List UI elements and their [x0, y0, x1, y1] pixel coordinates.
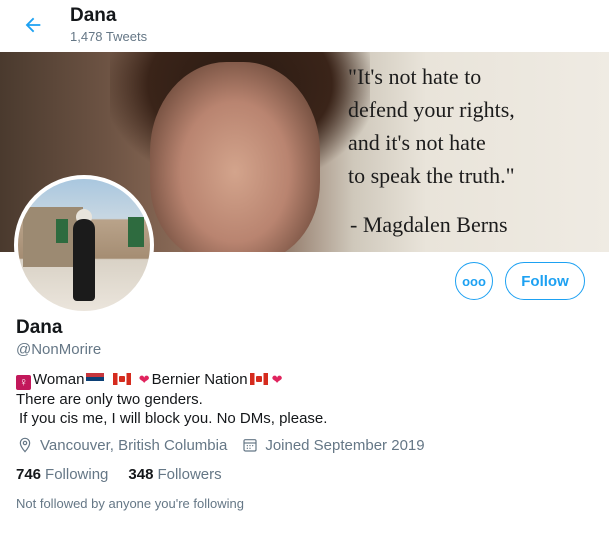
- bio-line: If you cis me, I will block you. No DMs,…: [19, 410, 328, 427]
- following-label: Following: [45, 466, 109, 483]
- location-text: Vancouver, British Columbia: [40, 436, 228, 454]
- female-sign-icon: ♀: [16, 375, 31, 390]
- profile-name: Dana: [16, 317, 63, 338]
- banner-quote-author: - Magdalen Berns: [350, 212, 508, 237]
- banner-quote-line: and it's not hate: [348, 130, 486, 155]
- profile-handle: @NonMorire: [16, 341, 102, 358]
- profile-bio: ♀ Woman ❤ Bernier Nation ❤ There are only t…: [16, 370, 576, 428]
- avatar-door: [128, 217, 144, 247]
- bio-text: Bernier Nation: [151, 371, 248, 388]
- canada-flag-icon: [112, 373, 131, 385]
- hearts-icon: ❤: [271, 372, 283, 387]
- bio-line: There are only two genders.: [16, 391, 203, 408]
- avatar[interactable]: [14, 175, 154, 315]
- banner-photo-face: [150, 62, 320, 252]
- follow-button[interactable]: Follow: [505, 262, 585, 300]
- follow-counts: 746 Following 348 Followers: [16, 466, 242, 483]
- avatar-door: [56, 219, 68, 243]
- header-tweet-count: 1,478 Tweets: [70, 29, 148, 44]
- back-button[interactable]: [18, 10, 48, 40]
- bio-line: ♀ Woman ❤ Bernier Nation ❤: [16, 370, 576, 390]
- arrow-left-icon: [25, 17, 41, 33]
- banner-quote-line: to speak the truth.": [348, 163, 515, 188]
- followers-link[interactable]: 348 Followers: [128, 466, 221, 483]
- following-link[interactable]: 746 Following: [16, 466, 108, 483]
- profile-meta: Vancouver, British Columbia Joined Septe…: [16, 436, 425, 454]
- location-pin-icon: [16, 436, 34, 454]
- banner-quote: "It's not hate to defend your rights, an…: [348, 60, 603, 192]
- banner-quote-line: "It's not hate to: [348, 64, 482, 89]
- bio-text: Woman: [33, 371, 85, 388]
- followers-label: Followers: [157, 466, 222, 483]
- banner-quote-line: defend your rights,: [348, 97, 515, 122]
- followers-count: 348: [128, 466, 154, 483]
- calendar-icon: [241, 436, 259, 454]
- serbia-flag-icon: [86, 373, 105, 385]
- header-name: Dana: [70, 5, 117, 26]
- not-followed-notice: Not followed by anyone you're following: [16, 496, 244, 511]
- joined-text: Joined September 2019: [265, 436, 425, 454]
- hearts-icon: ❤: [138, 372, 150, 387]
- more-options-button[interactable]: ooo: [455, 262, 493, 300]
- canada-flag-icon: [249, 373, 268, 385]
- following-count: 746: [16, 466, 42, 483]
- profile-header: Dana 1,478 Tweets: [0, 0, 609, 52]
- avatar-person: [73, 219, 95, 301]
